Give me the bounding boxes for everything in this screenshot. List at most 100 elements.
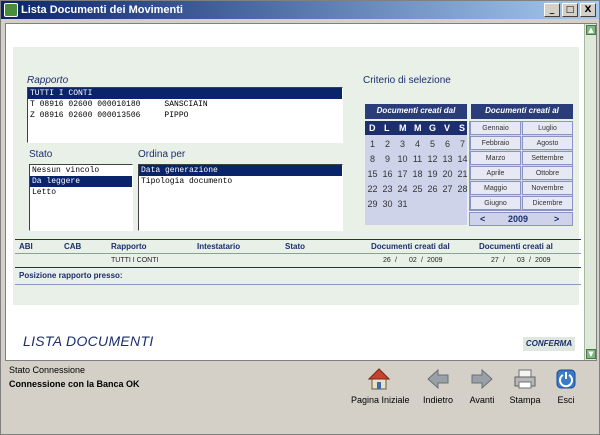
month-button[interactable]: Settembre: [522, 151, 573, 165]
calendar-day[interactable]: 2: [380, 139, 395, 149]
next-year-button[interactable]: >: [554, 214, 559, 224]
calendar-day[interactable]: 14: [455, 154, 470, 164]
stato-label: Stato: [29, 149, 53, 160]
calendar-day[interactable]: 29: [365, 199, 380, 209]
stato-item[interactable]: Letto: [30, 187, 132, 198]
weekday-label: D: [369, 123, 376, 133]
dal-day[interactable]: 26: [383, 257, 391, 264]
back-arrow-icon: [426, 367, 450, 391]
back-button[interactable]: Indietro: [421, 367, 455, 405]
year-selector: < 2009 >: [469, 212, 573, 226]
close-button[interactable]: X: [580, 3, 596, 17]
calendar-day[interactable]: 25: [410, 184, 425, 194]
col-rapporto: Rapporto: [111, 242, 147, 251]
calendar-day[interactable]: 19: [425, 169, 440, 179]
calendar-day[interactable]: 26: [425, 184, 440, 194]
weekday-label: M: [399, 123, 407, 133]
month-button[interactable]: Ottobre: [522, 166, 573, 180]
dal-sep-1: /: [395, 257, 397, 264]
rapporto-item[interactable]: TUTTI I CONTI: [28, 88, 342, 99]
calendar-day[interactable]: 9: [380, 154, 395, 164]
stato-listbox[interactable]: Nessun vincolo Da leggere Letto: [29, 164, 133, 231]
month-grid[interactable]: Gennaio Luglio Febbraio Agosto Marzo Settembr…: [469, 121, 573, 211]
calendar-day[interactable]: 24: [395, 184, 410, 194]
calendar-day[interactable]: 31: [395, 199, 410, 209]
creati-al-header: Documenti creati al: [471, 104, 573, 119]
calendar-day[interactable]: 28: [455, 184, 470, 194]
month-button[interactable]: Marzo: [470, 151, 521, 165]
al-sep-1: /: [503, 257, 505, 264]
weekday-label: L: [384, 123, 390, 133]
col-al: Documenti creati al: [479, 242, 553, 251]
scroll-up-icon[interactable]: ▲: [586, 25, 596, 35]
confirm-button[interactable]: CONFERMA: [523, 337, 575, 351]
calendar-day[interactable]: 17: [395, 169, 410, 179]
rapporto-listbox[interactable]: TUTTI I CONTI T 08916 02600 000010180 SA…: [27, 87, 343, 143]
month-button[interactable]: Aprile: [470, 166, 521, 180]
calendar-day[interactable]: 3: [395, 139, 410, 149]
home-label: Pagina Iniziale: [351, 395, 410, 405]
prev-year-button[interactable]: <: [480, 214, 485, 224]
rapporto-label: Rapporto: [27, 75, 69, 86]
ordina-item[interactable]: Data generazione: [139, 165, 342, 176]
ordina-item[interactable]: Tipologia documento: [139, 176, 342, 187]
month-button[interactable]: Agosto: [522, 136, 573, 150]
home-button[interactable]: Pagina Iniziale: [351, 367, 410, 405]
calendar-day[interactable]: 8: [365, 154, 380, 164]
month-button[interactable]: Gennaio: [470, 121, 521, 135]
day-calendar[interactable]: D L M M G V S 1 2 3 4 5 6 7 8 9 10 11 12 13 14 15 16 17 18 19 20 21…: [365, 121, 470, 225]
calendar-day[interactable]: 5: [425, 139, 440, 149]
calendar-day[interactable]: 7: [455, 139, 470, 149]
minimize-button[interactable]: _: [544, 3, 560, 17]
calendar-day[interactable]: 15: [365, 169, 380, 179]
vertical-scrollbar[interactable]: ▲ ▼: [584, 24, 596, 360]
criterio-label: Criterio di selezione: [363, 75, 451, 86]
print-button[interactable]: Stampa: [509, 367, 541, 405]
weekday-label: V: [444, 123, 451, 133]
calendar-day[interactable]: 22: [365, 184, 380, 194]
bottom-line: [15, 284, 581, 285]
back-label: Indietro: [422, 395, 454, 405]
calendar-day[interactable]: 23: [380, 184, 395, 194]
printer-icon: [513, 367, 537, 391]
calendar-day[interactable]: 1: [365, 139, 380, 149]
rapporto-item[interactable]: T 08916 02600 000010180 SANSCIAIN: [28, 99, 342, 110]
month-button[interactable]: Maggio: [470, 181, 521, 195]
month-button[interactable]: Novembre: [522, 181, 573, 195]
ordina-listbox[interactable]: Data generazione Tipologia documento: [138, 164, 343, 231]
month-button[interactable]: Dicembre: [522, 196, 573, 210]
forward-arrow-icon: [470, 367, 494, 391]
dal-year[interactable]: 2009: [427, 257, 443, 264]
status-text: Connessione con la Banca OK: [9, 379, 140, 389]
calendar-day[interactable]: 18: [410, 169, 425, 179]
al-year[interactable]: 2009: [535, 257, 551, 264]
calendar-day[interactable]: 30: [380, 199, 395, 209]
calendar-day[interactable]: 16: [380, 169, 395, 179]
forward-label: Avanti: [469, 395, 495, 405]
exit-button[interactable]: Esci: [553, 367, 579, 405]
al-day[interactable]: 27: [491, 257, 499, 264]
dal-month[interactable]: 02: [409, 257, 417, 264]
month-button[interactable]: Febbraio: [470, 136, 521, 150]
year-value: 2009: [508, 214, 529, 224]
app-icon: [4, 3, 18, 17]
maximize-button[interactable]: □: [562, 3, 578, 17]
scroll-down-icon[interactable]: ▼: [586, 349, 596, 359]
al-month[interactable]: 03: [517, 257, 525, 264]
calendar-day[interactable]: 4: [410, 139, 425, 149]
calendar-day[interactable]: 12: [425, 154, 440, 164]
calendar-day[interactable]: 6: [440, 139, 455, 149]
stato-item[interactable]: Nessun vincolo: [30, 165, 132, 176]
rapporto-item[interactable]: Z 08916 02600 000013506 PIPPO: [28, 110, 342, 121]
month-button[interactable]: Luglio: [522, 121, 573, 135]
calendar-day[interactable]: 20: [440, 169, 455, 179]
calendar-day[interactable]: 21: [455, 169, 470, 179]
calendar-day[interactable]: 10: [395, 154, 410, 164]
calendar-day[interactable]: 27: [440, 184, 455, 194]
forward-button[interactable]: Avanti: [467, 367, 497, 405]
calendar-day[interactable]: 13: [440, 154, 455, 164]
ordina-label: Ordina per: [138, 149, 186, 160]
calendar-day[interactable]: 11: [410, 154, 425, 164]
month-button[interactable]: Giugno: [470, 196, 521, 210]
stato-item[interactable]: Da leggere: [30, 176, 132, 187]
